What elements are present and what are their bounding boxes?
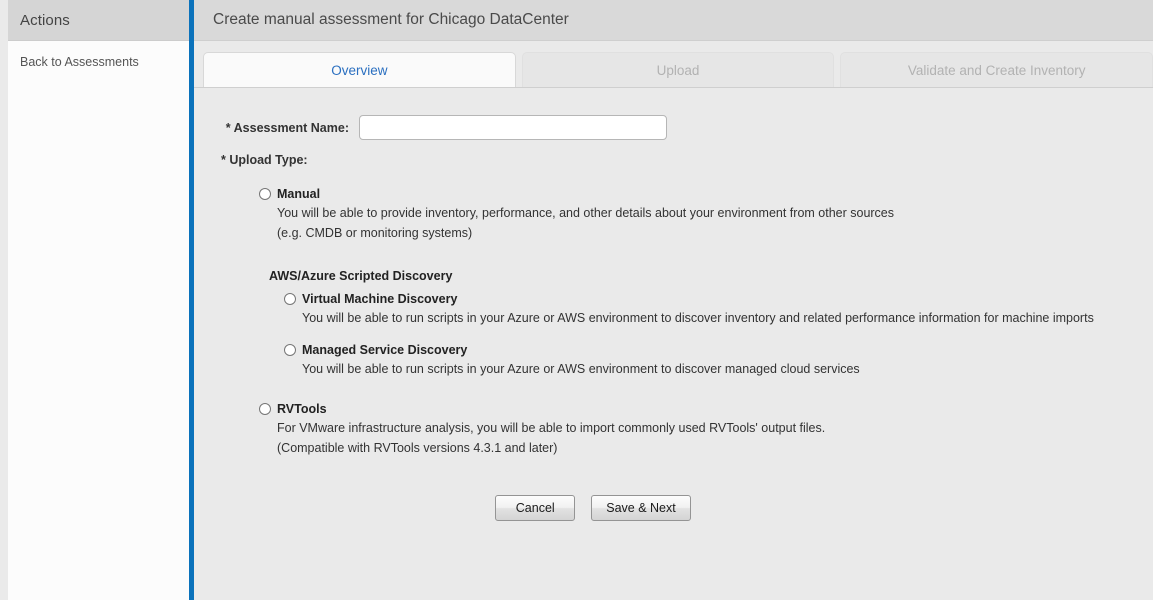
radio-label-manual[interactable]: Manual — [277, 186, 320, 202]
main-panel: Create manual assessment for Chicago Dat… — [194, 0, 1153, 600]
sidebar-item-back-to-assessments[interactable]: Back to Assessments — [8, 52, 189, 72]
sidebar-header-title: Actions — [20, 11, 70, 29]
radio-label-virtual-machine-discovery[interactable]: Virtual Machine Discovery — [302, 291, 457, 307]
tab-bar-rule — [194, 87, 1153, 88]
radio-line-managed-service-discovery[interactable]: Managed Service Discovery — [284, 342, 1153, 358]
form-actions: Cancel Save & Next — [203, 495, 1153, 521]
tab-upload[interactable]: Upload — [521, 52, 835, 88]
radio-manual[interactable] — [259, 188, 271, 200]
upload-type-option-managed-service-discovery: Managed Service Discovery You will be ab… — [284, 342, 1153, 379]
radio-label-managed-service-discovery[interactable]: Managed Service Discovery — [302, 342, 467, 358]
radio-virtual-machine-discovery[interactable] — [284, 293, 296, 305]
scripted-discovery-group: AWS/Azure Scripted Discovery — [259, 269, 1153, 283]
assessment-name-label: * Assessment Name: — [225, 120, 349, 135]
radio-line-rvtools[interactable]: RVTools — [259, 401, 1153, 417]
radio-desc-virtual-machine-discovery: You will be able to run scripts in your … — [302, 311, 1094, 325]
spacer-after-managed-service-discovery — [203, 379, 1153, 401]
spacer-after-vm-discovery — [203, 328, 1153, 342]
radio-desc-rvtools-line-2: (Compatible with RVTools versions 4.3.1 … — [277, 441, 558, 455]
radio-desc-manual-line-2: (e.g. CMDB or monitoring systems) — [277, 226, 473, 240]
radio-line-manual[interactable]: Manual — [259, 186, 1153, 202]
assessment-name-row: * Assessment Name: — [203, 115, 1153, 140]
sidebar-header: Actions — [8, 0, 189, 41]
tab-bar: Overview Upload Validate and Create Inve… — [194, 41, 1153, 88]
radio-desc-rvtools-line-1: For VMware infrastructure analysis, you … — [277, 421, 826, 435]
radio-managed-service-discovery[interactable] — [284, 344, 296, 356]
save-and-next-button[interactable]: Save & Next — [591, 495, 691, 521]
app-root: Actions Back to Assessments Create manua… — [0, 0, 1153, 600]
radio-label-rvtools[interactable]: RVTools — [277, 401, 327, 417]
radio-rvtools[interactable] — [259, 403, 271, 415]
assessment-name-input[interactable] — [359, 115, 667, 140]
left-gutter — [0, 0, 8, 600]
tab-validate-and-create-inventory[interactable]: Validate and Create Inventory — [840, 52, 1153, 88]
sidebar-body: Back to Assessments — [8, 41, 189, 72]
upload-type-option-virtual-machine-discovery: Virtual Machine Discovery You will be ab… — [284, 291, 1153, 328]
upload-type-option-manual: Manual You will be able to provide inven… — [259, 186, 1153, 243]
page-title: Create manual assessment for Chicago Dat… — [213, 11, 569, 28]
scripted-discovery-heading: AWS/Azure Scripted Discovery — [269, 269, 453, 283]
sidebar: Actions Back to Assessments — [8, 0, 189, 600]
radio-line-virtual-machine-discovery[interactable]: Virtual Machine Discovery — [284, 291, 1153, 307]
upload-type-label: * Upload Type: — [221, 153, 308, 167]
upload-type-option-rvtools: RVTools For VMware infrastructure analys… — [259, 401, 1153, 458]
cancel-button[interactable]: Cancel — [495, 495, 576, 521]
overview-form: * Assessment Name: * Upload Type: Manual… — [194, 88, 1153, 521]
tab-overview[interactable]: Overview — [203, 52, 516, 88]
radio-desc-managed-service-discovery: You will be able to run scripts in your … — [302, 362, 860, 376]
radio-desc-manual-line-1: You will be able to provide inventory, p… — [277, 206, 895, 220]
main-header: Create manual assessment for Chicago Dat… — [194, 0, 1153, 41]
